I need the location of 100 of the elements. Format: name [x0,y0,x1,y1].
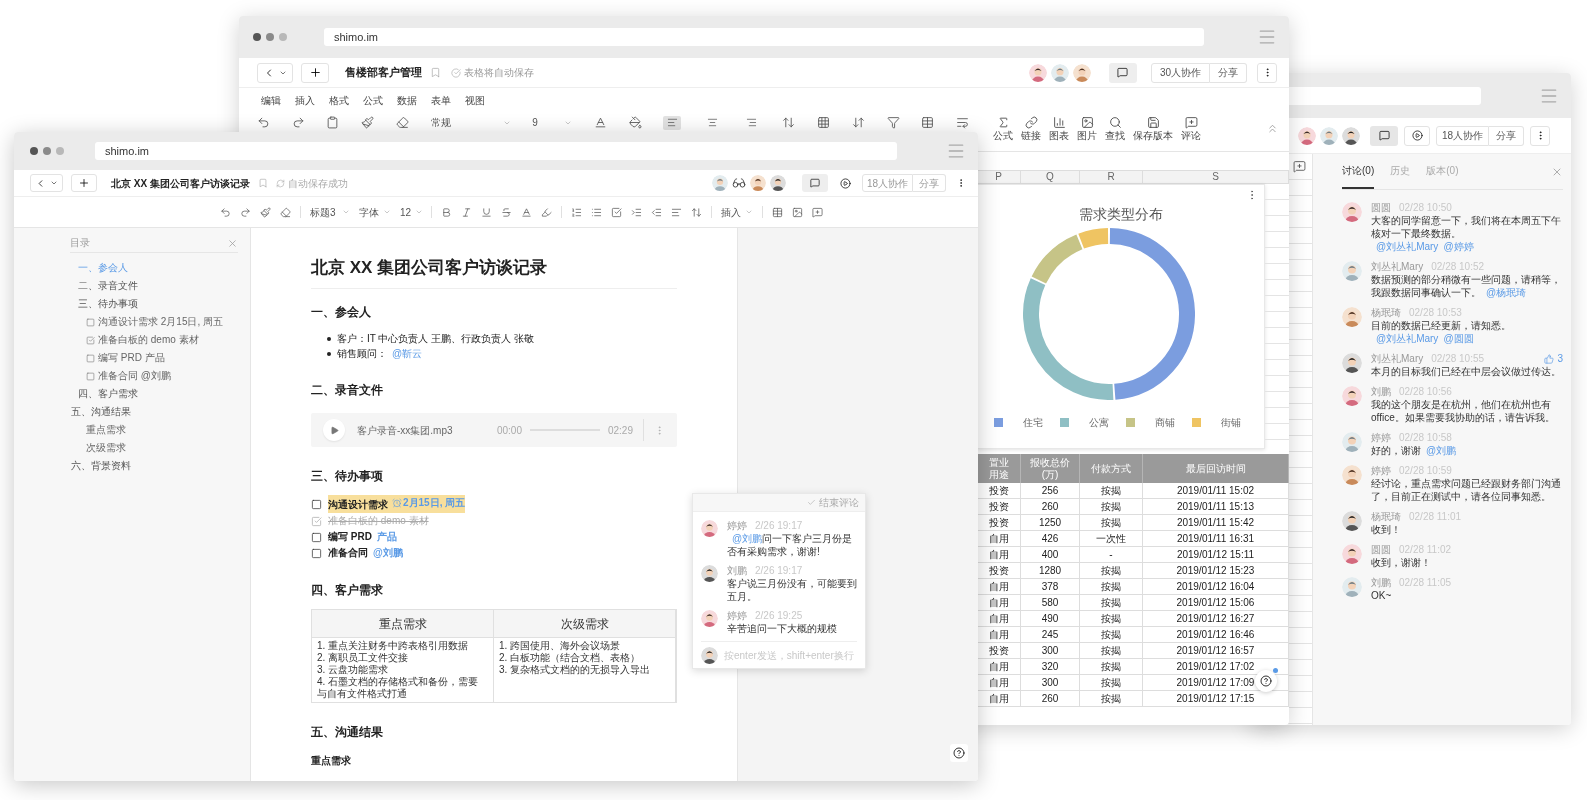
back-button[interactable] [30,174,63,192]
address-field[interactable]: shimo.im [95,142,897,160]
outline-item[interactable]: 五、沟通结果 [71,406,131,417]
sort-icon[interactable] [851,116,865,129]
column-header[interactable]: S [1143,171,1289,183]
image-icon[interactable] [792,206,803,218]
filter-icon[interactable] [886,116,900,129]
toolbar-button[interactable]: 公式 [993,116,1013,142]
help-button[interactable] [950,744,968,762]
menu-item[interactable]: 编辑 [261,92,281,108]
share-button[interactable]: 分享 [1210,62,1247,83]
align-left-icon[interactable] [671,206,682,218]
redo-icon[interactable] [291,116,305,129]
outline-item[interactable]: 二、录音文件 [78,280,138,291]
checkbox[interactable] [311,531,322,543]
redo-icon[interactable] [240,206,251,218]
tab[interactable]: 讨论(0) [1342,154,1375,189]
toolbar-button[interactable]: 查找 [1105,116,1125,142]
close-icon[interactable] [227,237,238,249]
address-field[interactable]: shimo.im [324,28,1204,46]
table-icon[interactable] [921,116,935,129]
font-size-dropdown[interactable]: 12 [400,204,422,220]
comment-button[interactable] [1370,125,1398,146]
outline-item[interactable]: 准备合同 @刘鹏 [98,367,171,385]
indent-icon[interactable] [631,206,642,218]
menu-item[interactable]: 公式 [363,92,383,108]
heading-style-dropdown[interactable]: 标题3 [310,204,350,220]
menu-item[interactable]: 表单 [431,92,451,108]
toolbar-button[interactable]: 链接 [1021,116,1041,142]
align-button[interactable] [663,115,682,130]
checkbox[interactable] [86,335,95,345]
checklist-icon[interactable] [611,206,622,218]
ordered-list-icon[interactable] [571,206,582,218]
comment-icon[interactable] [812,206,823,218]
toolbar-button[interactable]: 保存版本 [1133,116,1173,142]
help-button[interactable] [1255,670,1277,692]
vertical-align-icon[interactable] [782,116,796,129]
collaborators-button[interactable]: 30人协作 [1150,62,1210,83]
strikethrough-icon[interactable] [501,206,512,218]
outdent-icon[interactable] [651,206,662,218]
italic-icon[interactable] [461,206,472,218]
play-button[interactable] [323,419,345,441]
font-size-dropdown[interactable]: 9 [532,115,573,130]
number-format-dropdown[interactable]: 常规 [430,115,511,130]
text-color-icon[interactable] [593,116,607,129]
outline-item[interactable]: 次级需求 [86,439,126,457]
line-spacing-icon[interactable] [691,206,702,218]
insert-dropdown[interactable]: 插入 [721,204,753,220]
back-button[interactable] [257,62,293,83]
search-icon [1108,116,1122,129]
toolbar-button[interactable]: 评论 [1181,116,1201,142]
toolbar-button[interactable]: 图表 [1049,116,1069,142]
window-controls-icon[interactable] [253,33,287,41]
bullet-list-icon[interactable] [591,206,602,218]
outline-item[interactable]: 六、背景资料 [71,460,131,471]
text-color-icon[interactable] [521,206,532,218]
play-button[interactable] [1404,125,1430,146]
comment-button[interactable] [801,174,828,192]
checkbox[interactable] [86,371,95,381]
outline-item[interactable]: 三、待办事项 [78,298,138,309]
outline-item[interactable]: 重点需求 [86,421,126,439]
outline-item[interactable]: 沟通设计需求 2月15日, 周五 [98,313,224,331]
address-field[interactable] [1289,86,1481,105]
collaborators-button[interactable]: 18人协作 [1436,125,1490,146]
wrap-text-icon[interactable] [955,116,969,129]
underline-icon[interactable] [481,206,492,218]
checkbox[interactable] [311,547,322,559]
window-controls-icon[interactable] [30,147,64,155]
comment-button[interactable] [1108,62,1137,83]
checkbox[interactable] [86,317,95,327]
menu-item[interactable]: 视图 [465,92,485,108]
column-header[interactable]: R [1080,171,1143,183]
outline-item[interactable]: 准备白板的 demo 素材 [98,331,199,349]
undo-icon[interactable] [257,116,270,129]
menu-item[interactable]: 格式 [329,92,349,108]
fill-color-icon[interactable] [628,116,642,129]
share-button[interactable]: 分享 [1489,125,1525,146]
new-button[interactable] [301,62,329,83]
checkbox[interactable] [86,353,95,363]
format-painter-icon[interactable] [361,116,375,129]
menu-item[interactable]: 数据 [397,92,417,108]
checkbox[interactable] [311,515,322,527]
eraser-icon[interactable] [280,206,291,218]
undo-icon[interactable] [220,206,231,218]
add-comment-icon[interactable] [1293,160,1306,173]
toolbar-button[interactable]: 图片 [1077,116,1097,142]
bold-icon[interactable] [441,206,452,218]
format-painter-icon[interactable] [260,206,271,218]
outline-item[interactable]: 四、客户需求 [78,388,138,399]
column-header[interactable]: Q [1021,171,1080,183]
highlighter-icon[interactable] [541,206,552,218]
menu-item[interactable]: 插入 [295,92,315,108]
table-icon[interactable] [772,206,783,218]
checkbox[interactable] [311,498,322,510]
font-dropdown[interactable]: 字体 [359,204,391,220]
paste-icon[interactable] [326,116,340,129]
eraser-icon[interactable] [395,116,409,129]
outline-item[interactable]: 编写 PRD 产品 [98,349,165,367]
comment-text: OK~ [1371,589,1393,602]
borders-icon[interactable] [817,116,831,129]
